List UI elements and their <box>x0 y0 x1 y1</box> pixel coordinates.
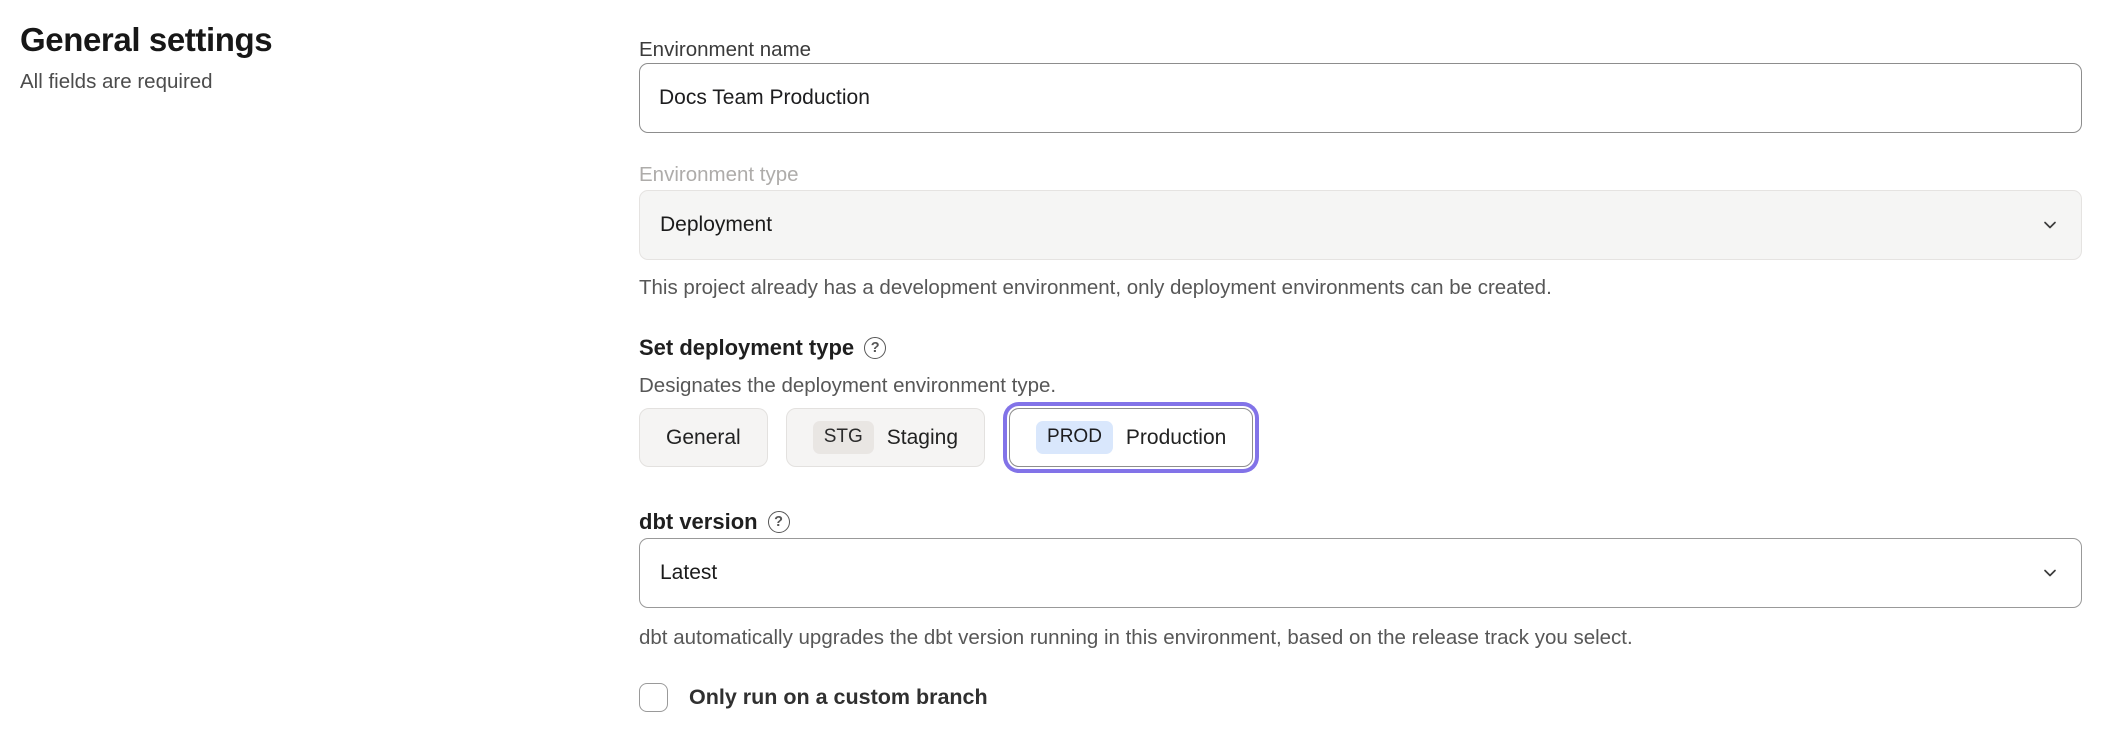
page-title: General settings <box>20 20 580 60</box>
production-badge: PROD <box>1036 421 1113 454</box>
dbt-version-select[interactable]: Latest <box>639 538 2082 608</box>
environment-type-helper: This project already has a development e… <box>639 274 2082 302</box>
custom-branch-checkbox[interactable] <box>639 683 668 712</box>
page-subtitle: All fields are required <box>20 69 580 95</box>
custom-branch-label[interactable]: Only run on a custom branch <box>689 685 988 710</box>
environment-type-label: Environment type <box>639 161 2082 188</box>
deployment-type-general-label: General <box>666 426 741 450</box>
dbt-version-label: dbt version <box>639 508 758 536</box>
deployment-type-helper: Designates the deployment environment ty… <box>639 372 2082 400</box>
chevron-down-icon <box>2039 562 2061 584</box>
deployment-type-production-label: Production <box>1126 426 1226 450</box>
custom-branch-row: Only run on a custom branch <box>639 683 2082 712</box>
deployment-type-general-button[interactable]: General <box>639 408 768 467</box>
dbt-version-value: Latest <box>660 561 717 585</box>
deployment-type-header: Set deployment type ? <box>639 334 2082 362</box>
help-icon[interactable]: ? <box>864 337 886 359</box>
environment-name-input[interactable] <box>639 63 2082 133</box>
chevron-down-icon <box>2039 214 2061 236</box>
deployment-type-label: Set deployment type <box>639 334 854 362</box>
environment-name-label: Environment name <box>639 36 2082 63</box>
deployment-type-staging-label: Staging <box>887 426 958 450</box>
general-settings-form: Environment name Environment type Deploy… <box>639 36 2082 712</box>
help-icon[interactable]: ? <box>768 511 790 533</box>
deployment-type-options: General STG Staging PROD Production <box>639 408 2082 467</box>
environment-type-value: Deployment <box>660 213 772 237</box>
settings-header: General settings All fields are required <box>20 20 580 95</box>
staging-badge: STG <box>813 421 874 454</box>
environment-type-select[interactable]: Deployment <box>639 190 2082 260</box>
dbt-version-helper: dbt automatically upgrades the dbt versi… <box>639 624 2082 652</box>
deployment-type-staging-button[interactable]: STG Staging <box>786 408 985 467</box>
deployment-type-production-button[interactable]: PROD Production <box>1009 408 1253 467</box>
dbt-version-header: dbt version ? <box>639 508 2082 536</box>
